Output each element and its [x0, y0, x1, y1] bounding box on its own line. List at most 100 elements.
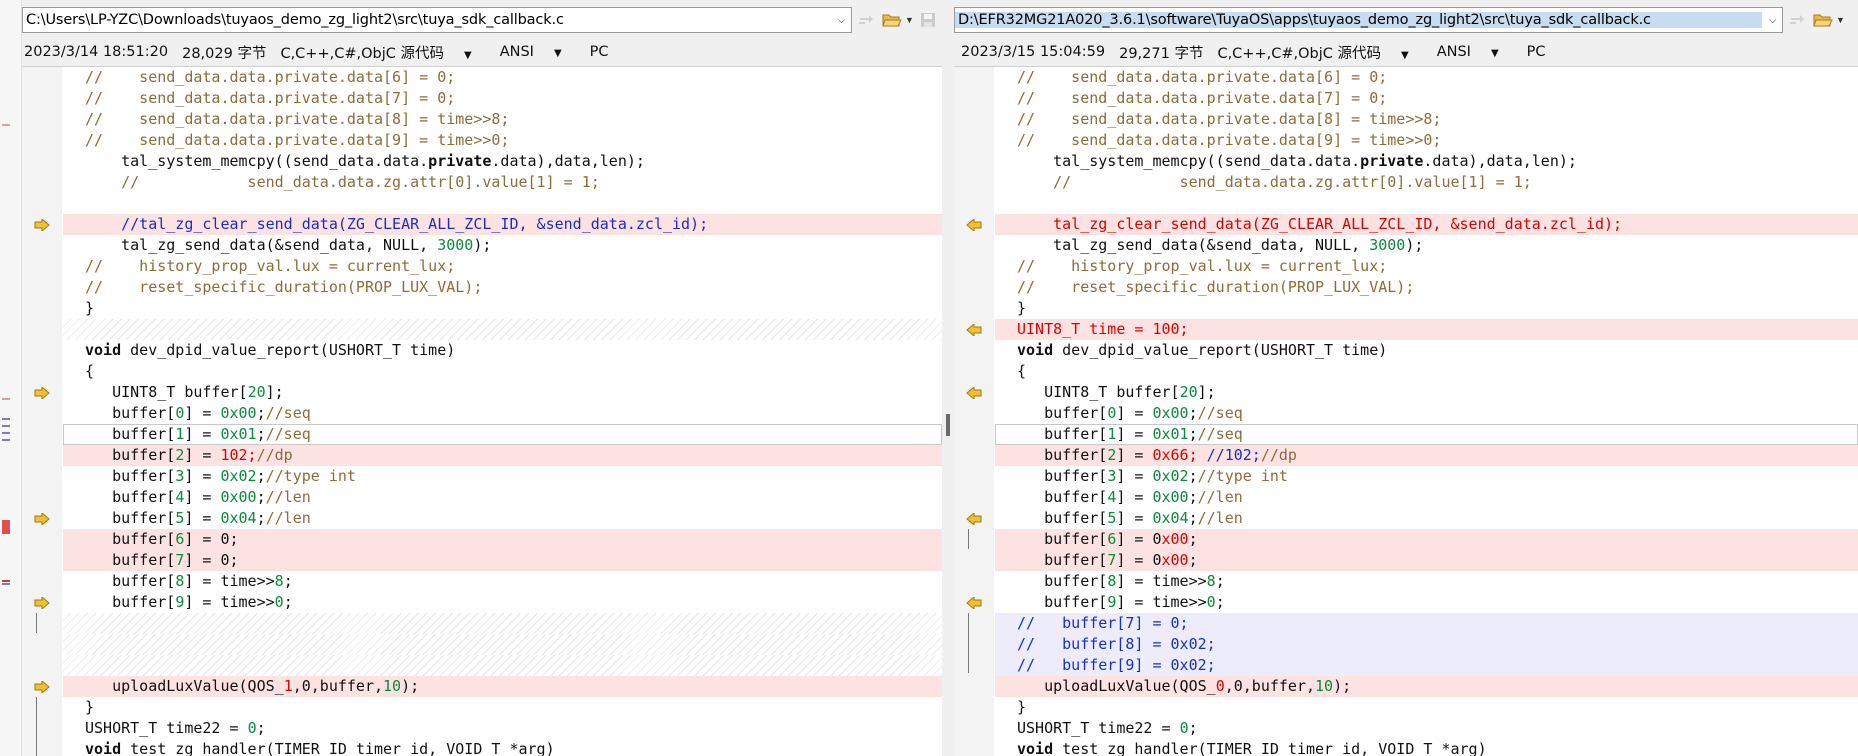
code-line-missing — [63, 613, 942, 634]
open-folder-icon[interactable] — [880, 8, 904, 32]
code-line: buffer[0] = 0x00;//seq — [1017, 404, 1243, 422]
code-line: buffer[3] = 0x02;//type int — [85, 467, 356, 485]
code-line: buffer[8] = time>>8; — [85, 572, 293, 590]
left-encoding-select[interactable]: ANSI ▼ — [500, 44, 576, 60]
code-line-diff: buffer[7] = 0x00; — [995, 550, 1858, 571]
right-encoding-select[interactable]: ANSI ▼ — [1437, 44, 1513, 60]
code-line-cursor: buffer[1] = 0x01;//seq — [995, 424, 1858, 445]
diff-arrow-left-icon[interactable] — [954, 319, 994, 340]
sync-arrows-icon[interactable] — [854, 8, 878, 32]
diff-arrow-left-icon[interactable] — [954, 382, 994, 403]
diff-arrow-right-icon[interactable] — [22, 508, 62, 529]
diff-arrow-right-icon[interactable] — [22, 676, 62, 697]
pane-splitter[interactable] — [943, 66, 953, 756]
code-line-diff: buffer[6] = 0; — [63, 529, 942, 550]
code-line: buffer[9] = time>>0; — [1017, 593, 1225, 611]
code-line: buffer[4] = 0x00;//len — [85, 488, 311, 506]
code-line: UINT8_T buffer[20]; — [85, 383, 284, 401]
code-line: buffer[9] = time>>0; — [85, 593, 293, 611]
code-line: USHORT_T time22 = 0; — [1017, 719, 1198, 737]
code-line: // history_prop_val.lux = current_lux; — [85, 257, 456, 275]
code-line-added: // buffer[8] = 0x02; — [995, 634, 1858, 655]
save-disk-icon[interactable] — [916, 8, 940, 32]
code-line: buffer[5] = 0x04;//len — [1017, 509, 1243, 527]
code-line-added: // buffer[9] = 0x02; — [995, 655, 1858, 676]
code-line: buffer[4] = 0x00;//len — [1017, 488, 1243, 506]
code-line: // send_data.data.private.data[6] = 0; — [1017, 68, 1388, 86]
right-date: 2023/3/15 15:04:59 — [961, 44, 1106, 60]
code-line: } — [85, 299, 95, 317]
code-line: { — [1017, 362, 1027, 380]
outer-overview-strip — [0, 0, 22, 756]
folder-dropdown-icon[interactable]: ▼ — [1836, 15, 1845, 25]
code-line: // send_data.data.private.data[7] = 0; — [1017, 89, 1388, 107]
code-line: } — [85, 698, 95, 716]
diff-arrow-right-icon[interactable] — [22, 382, 62, 403]
left-language-select[interactable]: C,C++,C#,ObjC 源代码 ▼ — [280, 42, 485, 63]
code-line-diff: UINT8_T time = 100; — [995, 319, 1858, 340]
left-lineend: PC — [589, 44, 609, 60]
diff-arrow-left-icon[interactable] — [954, 592, 994, 613]
left-path-text[interactable]: C:\Users\LP-YZC\Downloads\tuyaos_demo_zg… — [23, 12, 831, 28]
code-line: { — [85, 362, 95, 380]
left-size: 28,029 字节 — [182, 45, 267, 62]
code-line: // reset_specific_duration(PROP_LUX_VAL)… — [1017, 278, 1415, 296]
code-line: // send_data.data.zg.attr[0].value[1] = … — [85, 173, 600, 191]
code-line: // send_data.data.zg.attr[0].value[1] = … — [1017, 173, 1532, 191]
code-line: // send_data.data.private.data[6] = 0; — [85, 68, 456, 86]
right-size: 29,271 字节 — [1119, 45, 1204, 62]
left-file-pane: C:\Users\LP-YZC\Downloads\tuyaos_demo_zg… — [22, 0, 958, 756]
code-line: tal_zg_send_data(&send_data, NULL, 3000)… — [1017, 236, 1424, 254]
code-line-diff: buffer[2] = 0x66; //102;//dp — [995, 445, 1858, 466]
splitter-grip[interactable] — [946, 414, 950, 436]
code-line-cursor: buffer[1] = 0x01;//seq — [63, 424, 942, 445]
code-line-diff: buffer[2] = 102;//dp — [63, 445, 942, 466]
code-line: USHORT_T time22 = 0; — [85, 719, 266, 737]
left-path-combobox[interactable]: C:\Users\LP-YZC\Downloads\tuyaos_demo_zg… — [22, 7, 852, 33]
code-line: // send_data.data.private.data[9] = time… — [85, 131, 510, 149]
code-line-diff: //tal_zg_clear_send_data(ZG_CLEAR_ALL_ZC… — [63, 214, 942, 235]
code-line: UINT8_T buffer[20]; — [1017, 383, 1216, 401]
code-line: // send_data.data.private.data[9] = time… — [1017, 131, 1442, 149]
code-line-missing — [63, 319, 942, 340]
chevron-down-icon[interactable]: ⌵ — [1762, 8, 1782, 32]
left-date: 2023/3/14 18:51:20 — [24, 44, 169, 60]
code-line: tal_system_memcpy((send_data.data.privat… — [1017, 152, 1577, 170]
right-diff-gutter — [954, 67, 994, 756]
code-line-diff: uploadLuxValue(QOS_0,0,buffer,10); — [995, 676, 1858, 697]
code-line-added: // buffer[7] = 0; — [995, 613, 1858, 634]
folder-dropdown-icon[interactable]: ▼ — [905, 15, 914, 25]
diff-arrow-left-icon[interactable] — [954, 214, 994, 235]
left-diff-gutter — [22, 67, 62, 756]
right-file-info: 2023/3/15 15:04:59 29,271 字节 C,C++,C#,Ob… — [961, 42, 1560, 62]
right-path-text[interactable]: D:\EFR32MG21A020_3.6.1\software\TuyaOS\a… — [955, 12, 1762, 28]
right-code-view[interactable]: // send_data.data.private.data[6] = 0; /… — [954, 66, 1858, 756]
code-line: // send_data.data.private.data[8] = time… — [85, 110, 510, 128]
code-line: buffer[3] = 0x02;//type int — [1017, 467, 1288, 485]
right-language-select[interactable]: C,C++,C#,ObjC 源代码 ▼ — [1217, 42, 1422, 63]
right-path-combobox[interactable]: D:\EFR32MG21A020_3.6.1\software\TuyaOS\a… — [954, 7, 1783, 33]
right-lineend: PC — [1526, 44, 1546, 60]
diff-arrow-right-icon[interactable] — [22, 214, 62, 235]
code-line-missing — [63, 634, 942, 655]
diff-arrow-right-icon[interactable] — [22, 592, 62, 613]
sync-arrows-icon[interactable] — [1785, 8, 1809, 32]
code-line: buffer[0] = 0x00;//seq — [85, 404, 311, 422]
chevron-down-icon[interactable]: ⌵ — [831, 8, 851, 32]
diff-arrow-left-icon[interactable] — [954, 508, 994, 529]
code-line: // send_data.data.private.data[7] = 0; — [85, 89, 456, 107]
left-file-info: 2023/3/14 18:51:20 28,029 字节 C,C++,C#,Ob… — [24, 42, 623, 62]
code-line: void test_zg_handler(TIMER_ID timer_id, … — [1017, 740, 1487, 756]
code-line-diff: buffer[6] = 0x00; — [995, 529, 1858, 550]
code-line: tal_zg_send_data(&send_data, NULL, 3000)… — [85, 236, 492, 254]
left-path-bar: C:\Users\LP-YZC\Downloads\tuyaos_demo_zg… — [22, 7, 940, 33]
right-path-bar: D:\EFR32MG21A020_3.6.1\software\TuyaOS\a… — [954, 7, 1845, 33]
code-line: } — [1017, 299, 1027, 317]
left-code-view[interactable]: // send_data.data.private.data[6] = 0; /… — [22, 66, 942, 756]
right-code-lines: // send_data.data.private.data[6] = 0; /… — [995, 67, 1858, 756]
code-line: // history_prop_val.lux = current_lux; — [1017, 257, 1388, 275]
right-file-pane: D:\EFR32MG21A020_3.6.1\software\TuyaOS\a… — [953, 0, 1858, 756]
code-line-missing — [63, 655, 942, 676]
open-folder-icon[interactable] — [1811, 8, 1835, 32]
